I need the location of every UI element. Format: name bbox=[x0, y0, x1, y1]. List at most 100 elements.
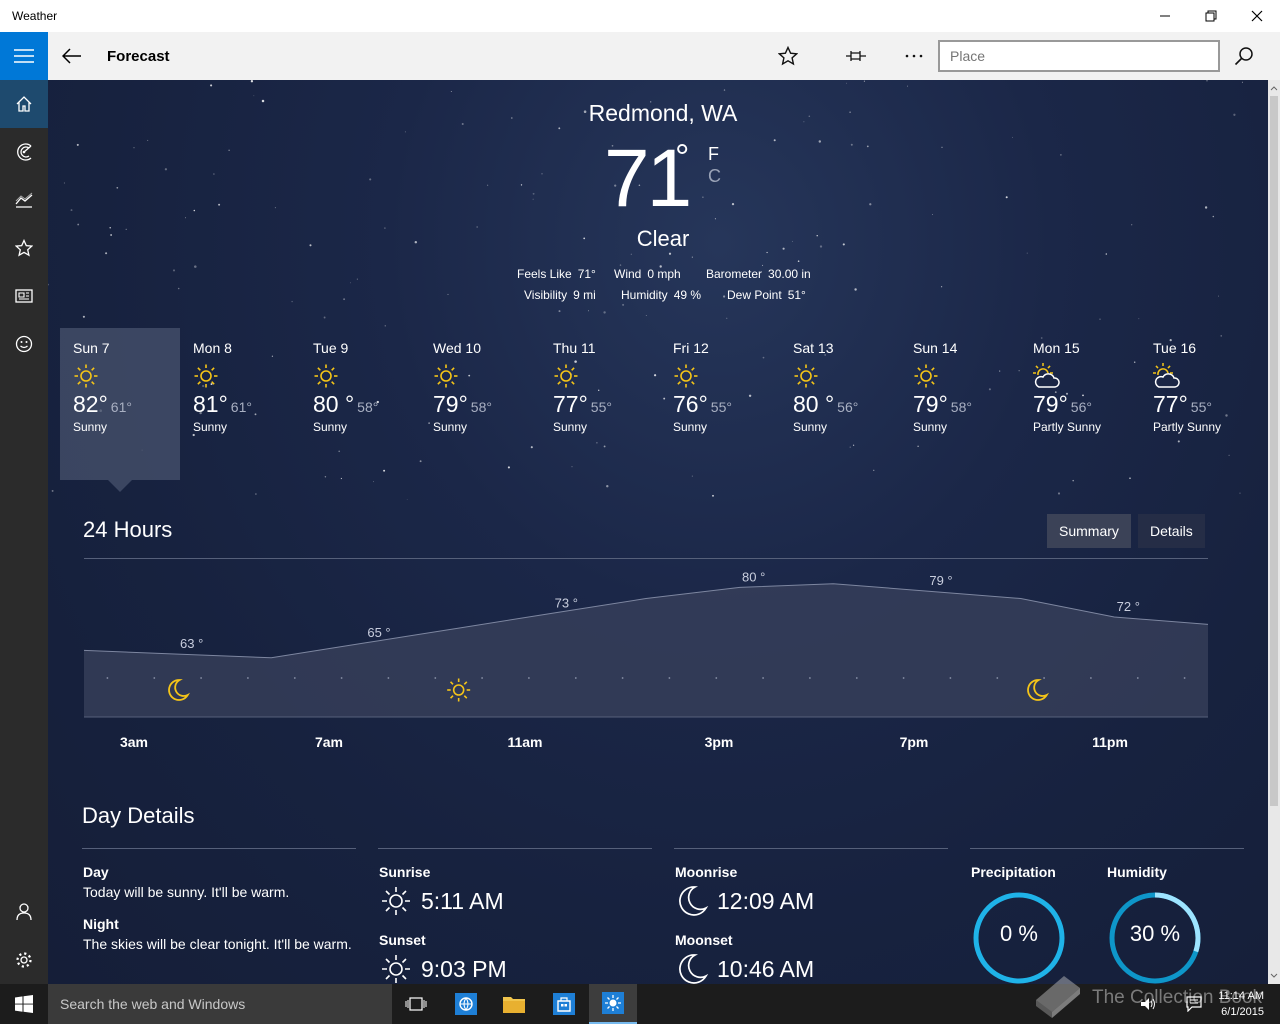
close-icon bbox=[1251, 10, 1263, 22]
favorite-button[interactable] bbox=[764, 32, 812, 80]
nav-historical-weather[interactable] bbox=[0, 176, 48, 224]
forecast-day[interactable]: Fri 12 76° 55° Sunny bbox=[660, 328, 780, 480]
section-divider bbox=[84, 558, 1208, 559]
hour-axis-label: 11pm bbox=[1092, 734, 1128, 750]
pin-button[interactable] bbox=[832, 32, 880, 80]
nav-settings[interactable] bbox=[0, 936, 48, 984]
place-search-input[interactable] bbox=[938, 40, 1220, 72]
action-center-icon[interactable] bbox=[1186, 996, 1202, 1017]
forecast-day[interactable]: Sat 13 80 ° 56° Sunny bbox=[780, 328, 900, 480]
forecast-day[interactable]: Thu 11 77° 55° Sunny bbox=[540, 328, 660, 480]
star-dot bbox=[869, 203, 872, 206]
nav-maps[interactable] bbox=[0, 128, 48, 176]
star-dot bbox=[1105, 253, 1108, 255]
nav-forecast[interactable] bbox=[0, 80, 48, 128]
wind-label: Wind bbox=[614, 267, 642, 281]
star-dot bbox=[177, 287, 180, 290]
visibility-value: 9 mi bbox=[573, 288, 596, 302]
star-dot bbox=[712, 494, 714, 497]
forecast-day-name: Tue 9 bbox=[313, 340, 349, 356]
taskbar-weather[interactable] bbox=[589, 984, 637, 1024]
browser-icon bbox=[455, 993, 477, 1015]
weather-app-icon bbox=[602, 992, 624, 1014]
forecast-day-name: Mon 15 bbox=[1033, 340, 1080, 356]
moonrise-icon bbox=[679, 886, 709, 916]
search-button[interactable] bbox=[1220, 32, 1268, 80]
taskbar-clock[interactable]: 11:14 AM 6/1/2015 bbox=[1208, 988, 1264, 1020]
forecast-day[interactable]: Sun 7 82° 61° Sunny bbox=[60, 328, 180, 480]
taskbar-store[interactable] bbox=[540, 984, 588, 1024]
star-dot bbox=[48, 283, 50, 286]
taskbar-file-explorer[interactable] bbox=[490, 984, 538, 1024]
forecast-day[interactable]: Mon 8 81° 61° Sunny bbox=[180, 328, 300, 480]
forecast-day[interactable]: Tue 9 80 ° 58° Sunny bbox=[300, 328, 420, 480]
task-view-button[interactable] bbox=[392, 984, 440, 1024]
start-button[interactable] bbox=[0, 984, 48, 1024]
forecast-day[interactable]: Mon 15 79° 56° Partly Sunny bbox=[1020, 328, 1140, 480]
star-dot bbox=[76, 143, 79, 146]
star-dot bbox=[940, 286, 943, 288]
summary-tab[interactable]: Summary bbox=[1047, 514, 1131, 548]
star-dot bbox=[133, 147, 135, 149]
forecast-condition: Sunny bbox=[73, 420, 108, 434]
pin-icon bbox=[846, 51, 866, 61]
minimize-button[interactable] bbox=[1142, 0, 1188, 32]
title-bar: Weather bbox=[0, 0, 1280, 32]
forecast-low: 55° bbox=[1190, 399, 1212, 415]
close-button[interactable] bbox=[1234, 0, 1280, 32]
hour-tick-dot bbox=[809, 677, 811, 679]
more-icon bbox=[905, 54, 923, 58]
taskbar-search-box[interactable]: Search the web and Windows bbox=[48, 984, 392, 1024]
nav-news[interactable] bbox=[0, 272, 48, 320]
star-dot bbox=[1218, 295, 1220, 297]
barometer-label: Barometer bbox=[706, 267, 763, 281]
news-icon bbox=[15, 289, 33, 303]
clock-time: 11:14 AM bbox=[1218, 990, 1264, 1002]
app-bar: Forecast bbox=[0, 32, 1280, 80]
back-button[interactable] bbox=[48, 32, 96, 80]
volume-icon[interactable] bbox=[1140, 997, 1158, 1016]
barometer-stat: Barometer 30.00 in bbox=[706, 267, 811, 281]
forecast-day[interactable]: Wed 10 79° 58° Sunny bbox=[420, 328, 540, 480]
hamburger-menu-button[interactable] bbox=[0, 32, 48, 80]
star-dot bbox=[255, 493, 257, 495]
hour-axis-label: 11am bbox=[507, 734, 543, 750]
temperature-data-label: 63 ° bbox=[180, 636, 203, 651]
windows-logo-icon bbox=[15, 995, 33, 1013]
star-dot bbox=[372, 481, 374, 483]
forecast-day[interactable]: Sun 14 79° 58° Sunny bbox=[900, 328, 1020, 480]
moonrise-row: 12:09 AM bbox=[675, 884, 945, 918]
taskbar-edge[interactable] bbox=[442, 984, 490, 1024]
forecast-low: 58° bbox=[470, 399, 492, 415]
moonset-time: 10:46 AM bbox=[717, 955, 815, 982]
star-dot bbox=[863, 80, 865, 82]
star-dot bbox=[797, 260, 800, 263]
unit-fahrenheit-toggle[interactable]: F bbox=[708, 144, 719, 165]
nav-account[interactable] bbox=[0, 888, 48, 936]
nav-feedback[interactable] bbox=[0, 320, 48, 368]
vertical-scrollbar[interactable] bbox=[1268, 80, 1280, 984]
nav-places[interactable] bbox=[0, 224, 48, 272]
hour-tick-dot bbox=[434, 677, 437, 679]
sun-icon bbox=[73, 363, 180, 389]
temperature-area bbox=[84, 583, 1208, 717]
forecast-low: 55° bbox=[710, 399, 732, 415]
star-dot bbox=[1060, 154, 1062, 156]
hours-section-title: 24 Hours bbox=[83, 517, 173, 542]
details-tab[interactable]: Details bbox=[1138, 514, 1205, 548]
forecast-day[interactable]: Tue 16 77° 55° Partly Sunny bbox=[1140, 328, 1260, 480]
night-label: Night bbox=[83, 916, 119, 932]
star-dot bbox=[253, 95, 255, 97]
star-dot bbox=[172, 269, 176, 272]
star-dot bbox=[532, 198, 534, 200]
restore-button[interactable] bbox=[1188, 0, 1234, 32]
star-icon bbox=[15, 239, 33, 257]
sunset-label: Sunset bbox=[379, 932, 426, 948]
star-dot bbox=[105, 252, 108, 255]
smiley-icon bbox=[15, 335, 33, 353]
star-dot bbox=[773, 139, 776, 142]
forecast-day-name: Fri 12 bbox=[673, 340, 709, 356]
unit-celsius-toggle[interactable]: C bbox=[708, 166, 721, 187]
more-options-button[interactable] bbox=[890, 32, 938, 80]
scrollbar-thumb[interactable] bbox=[1270, 96, 1278, 806]
